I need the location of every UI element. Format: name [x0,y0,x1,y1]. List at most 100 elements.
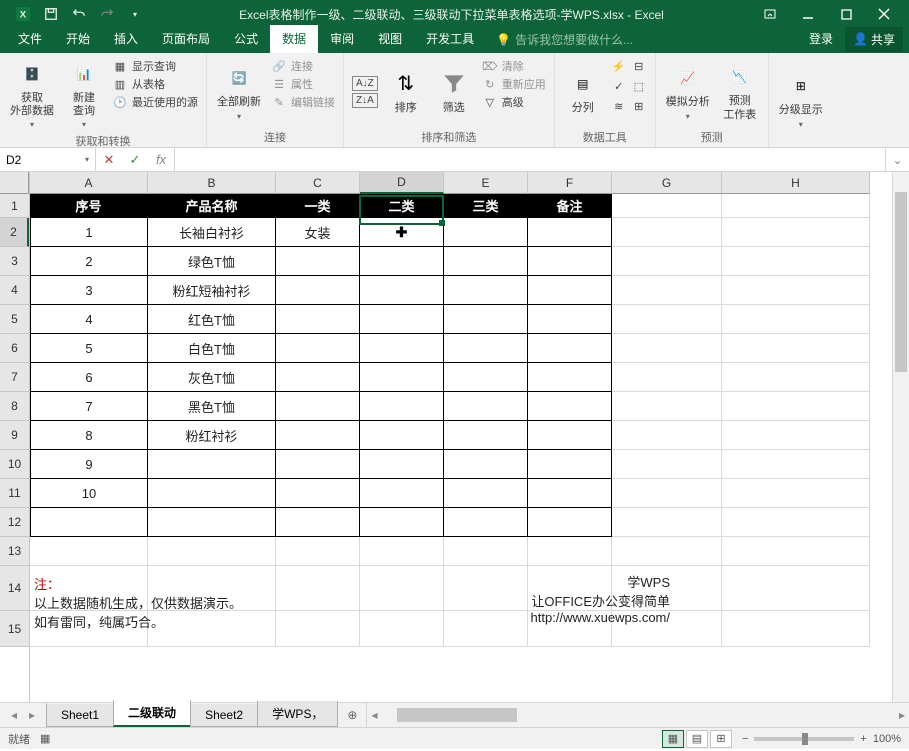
connections-button[interactable]: 🔗连接 [271,58,335,74]
cell-C14[interactable] [276,566,360,611]
sheet-tab-3[interactable]: 学WPS， [257,701,338,727]
normal-view-button[interactable]: ▦ [662,730,684,748]
tab-开发工具[interactable]: 开发工具 [414,25,486,53]
cell-E8[interactable] [444,392,528,421]
cell-C15[interactable] [276,611,360,647]
cell-G1[interactable] [612,194,722,218]
cell-E9[interactable] [444,421,528,450]
cell-H2[interactable] [722,218,870,247]
cell-B4[interactable]: 粉红短袖衬衫 [148,276,276,305]
cell-B9[interactable]: 粉红衬衫 [148,421,276,450]
cell-A8[interactable]: 7 [30,392,148,421]
cell-D8[interactable] [360,392,444,421]
cell-E3[interactable] [444,247,528,276]
cell-G7[interactable] [612,363,722,392]
cell-G10[interactable] [612,450,722,479]
sheet-tab-2[interactable]: Sheet2 [190,704,258,727]
cell-C3[interactable] [276,247,360,276]
col-header-D[interactable]: D [360,172,444,194]
maximize-button[interactable] [829,3,863,25]
row-header-2[interactable]: 2 [0,218,29,247]
sort-button[interactable]: ⇅排序 [384,56,428,127]
cell-D15[interactable] [360,611,444,647]
cell-A10[interactable]: 9 [30,450,148,479]
row-header-8[interactable]: 8 [0,392,29,421]
row-header-7[interactable]: 7 [0,363,29,392]
horizontal-scrollbar[interactable]: ◂▸ [366,703,909,727]
cell-A5[interactable]: 4 [30,305,148,334]
cell-C8[interactable] [276,392,360,421]
sheet-tab-0[interactable]: Sheet1 [46,704,114,727]
cell-D6[interactable] [360,334,444,363]
col-header-F[interactable]: F [528,172,612,194]
cell-B3[interactable]: 绿色T恤 [148,247,276,276]
cell-C11[interactable] [276,479,360,508]
cell-F9[interactable] [528,421,612,450]
cell-H9[interactable] [722,421,870,450]
cell-H7[interactable] [722,363,870,392]
col-header-A[interactable]: A [30,172,148,194]
cell-D2[interactable]: ✚ [360,218,444,247]
ribbon-options-icon[interactable] [753,3,787,25]
col-header-H[interactable]: H [722,172,870,194]
cell-C10[interactable] [276,450,360,479]
forecast-button[interactable]: 📉预测 工作表 [718,56,762,127]
new-sheet-button[interactable]: ⊕ [338,703,366,727]
new-query-button[interactable]: 📊新建 查询▾ [62,56,106,131]
login-link[interactable]: 登录 [797,25,845,53]
cell-G13[interactable] [612,537,722,566]
macro-record-icon[interactable]: ▦ [40,732,50,745]
cell-G4[interactable] [612,276,722,305]
cell-D7[interactable] [360,363,444,392]
sheet-nav-next[interactable]: ▸ [24,707,40,723]
cell-F12[interactable] [528,508,612,537]
cell-D4[interactable] [360,276,444,305]
cell-C12[interactable] [276,508,360,537]
cell-B13[interactable] [148,537,276,566]
cell-D12[interactable] [360,508,444,537]
fx-icon[interactable]: fx [148,152,174,167]
cell-E10[interactable] [444,450,528,479]
cell-E13[interactable] [444,537,528,566]
cell-C1[interactable]: 一类 [276,194,360,218]
tools-3[interactable]: ≋⊞ [611,98,647,114]
filter-button[interactable]: 筛选 [432,56,476,127]
row-header-5[interactable]: 5 [0,305,29,334]
cell-H1[interactable] [722,194,870,218]
enter-icon[interactable]: ✓ [122,152,148,168]
cell-H6[interactable] [722,334,870,363]
show-query-button[interactable]: ▦显示查询 [112,58,198,74]
formula-input[interactable] [175,148,885,171]
cell-E6[interactable] [444,334,528,363]
tell-me[interactable]: 💡告诉我您想要做什么... [486,26,643,53]
qat-dropdown-icon[interactable]: ▾ [124,3,146,25]
cell-C9[interactable] [276,421,360,450]
zoom-slider[interactable] [754,737,854,741]
name-box[interactable]: ▾ [0,148,96,171]
select-all-corner[interactable] [0,172,29,194]
cell-B10[interactable] [148,450,276,479]
col-header-E[interactable]: E [444,172,528,194]
cell-H5[interactable] [722,305,870,334]
cell-H13[interactable] [722,537,870,566]
cell-G12[interactable] [612,508,722,537]
cell-F2[interactable] [528,218,612,247]
cell-A11[interactable]: 10 [30,479,148,508]
cell-A12[interactable] [30,508,148,537]
external-data-button[interactable]: 🗄️获取 外部数据▾ [6,56,58,131]
page-layout-view-button[interactable]: ▤ [686,730,708,748]
cell-D14[interactable] [360,566,444,611]
cell-C2[interactable]: 女装 [276,218,360,247]
tab-文件[interactable]: 文件 [6,25,54,53]
redo-icon[interactable] [96,3,118,25]
row-header-12[interactable]: 12 [0,508,29,537]
cell-A13[interactable] [30,537,148,566]
tools-2[interactable]: ✓⬚ [611,78,647,94]
cell-D1[interactable]: 二类 [360,194,444,218]
cell-F7[interactable] [528,363,612,392]
row-header-14[interactable]: 14 [0,566,29,611]
cell-E2[interactable] [444,218,528,247]
cell-B11[interactable] [148,479,276,508]
cell-B5[interactable]: 红色T恤 [148,305,276,334]
cell-F4[interactable] [528,276,612,305]
